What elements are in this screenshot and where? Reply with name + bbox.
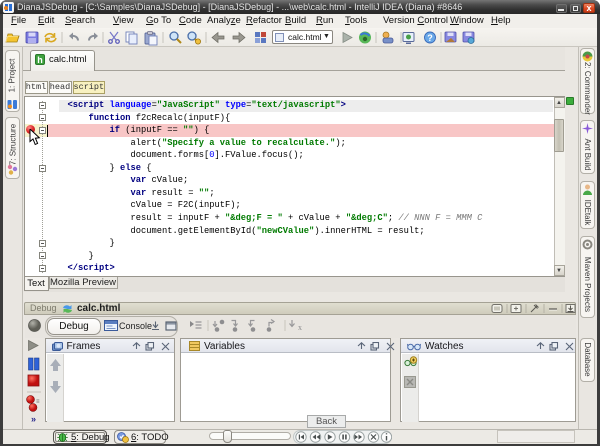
svg-text:x: x <box>298 323 302 332</box>
svg-text:?: ? <box>427 33 433 43</box>
svg-text:≡: ≡ <box>36 399 40 405</box>
svg-text:»: » <box>31 414 36 423</box>
